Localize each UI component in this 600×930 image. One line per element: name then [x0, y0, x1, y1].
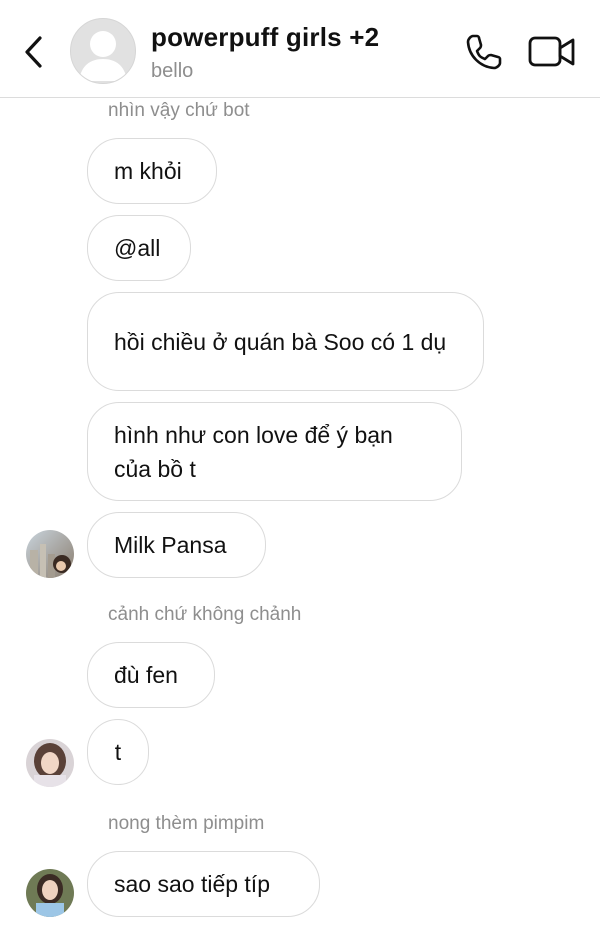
sender-avatar[interactable]	[26, 869, 74, 917]
phone-icon	[466, 34, 502, 70]
chat-title[interactable]: powerpuff girls +2	[151, 22, 379, 53]
message-bubble[interactable]: sao sao tiếp típ	[87, 851, 320, 917]
sender-name: cảnh chứ không chảnh	[108, 604, 302, 625]
message-text: Milk Pansa	[114, 532, 227, 558]
chevron-left-icon	[25, 36, 42, 68]
message-text: đù fen	[114, 662, 178, 688]
avatar-photo-icon	[26, 739, 74, 787]
message-text: @all	[114, 235, 161, 261]
group-avatar[interactable]	[70, 18, 136, 84]
back-button[interactable]	[20, 34, 50, 70]
message-bubble[interactable]: m khỏi	[87, 138, 217, 204]
message-text: hồi chiều ở quán bà Soo có 1 dụ	[114, 328, 447, 355]
default-avatar-icon	[79, 31, 127, 81]
message-text: m khỏi	[114, 158, 182, 184]
message-bubble[interactable]: @all	[87, 215, 191, 281]
message-bubble[interactable]: hồi chiều ở quán bà Soo có 1 dụ	[87, 292, 484, 391]
message-bubble[interactable]: Milk Pansa	[87, 512, 266, 578]
message-text: t	[114, 739, 122, 765]
message-text: sao sao tiếp típ	[114, 871, 270, 897]
avatar-photo-icon	[26, 869, 74, 917]
chat-header: powerpuff girls +2 bello	[0, 0, 600, 98]
call-button[interactable]	[464, 32, 504, 72]
sender-avatar[interactable]	[26, 739, 74, 787]
message-bubble[interactable]: t	[87, 719, 149, 785]
message-bubble[interactable]: đù fen	[87, 642, 215, 708]
sender-name: nhìn vậy chứ bot	[108, 100, 250, 121]
chat-subtitle: bello	[151, 60, 194, 82]
video-call-button[interactable]	[527, 34, 577, 70]
sender-name: nong thèm pimpim	[108, 813, 265, 834]
video-camera-icon	[528, 36, 575, 67]
sender-avatar[interactable]	[26, 530, 74, 578]
message-text: hình như con love để ý bạn của bồ t	[114, 421, 393, 482]
avatar-photo-icon	[26, 530, 74, 578]
message-bubble[interactable]: hình như con love để ý bạn của bồ t	[87, 402, 462, 501]
